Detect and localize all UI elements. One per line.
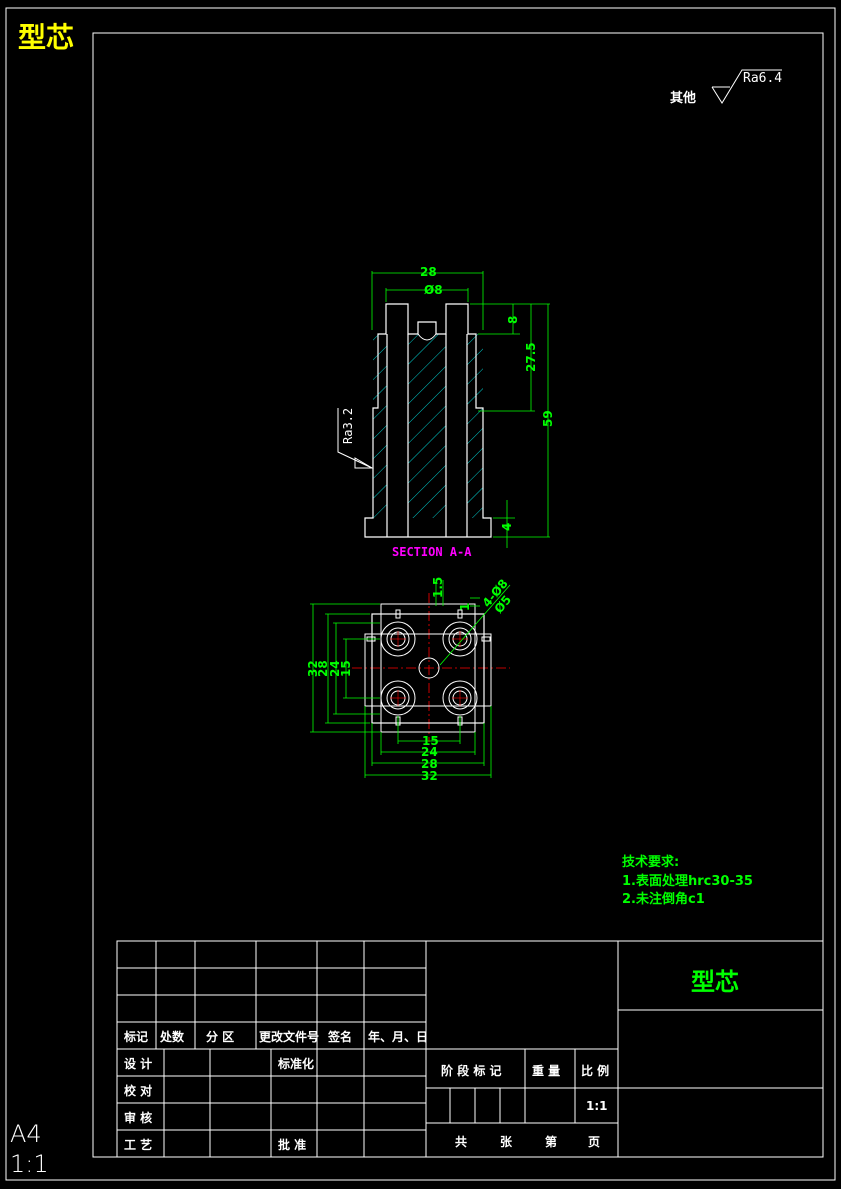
dim-top-offset: 1.5 <box>431 577 445 598</box>
dim-step-depth: 27.5 <box>524 342 538 372</box>
rev-header-zone: 分 区 <box>206 1029 234 1044</box>
ratio-value: 1:1 <box>586 1099 608 1113</box>
label-review: 审 核 <box>124 1110 152 1125</box>
label-standardize: 标准化 <box>277 1056 314 1071</box>
section-label: SECTION A-A <box>392 545 472 559</box>
rev-header-date: 年、月、日 <box>368 1029 428 1044</box>
tech-req-item-1: 1.表面处理hrc30-35 <box>622 873 753 889</box>
label-sheets-total: 共 <box>455 1134 467 1149</box>
dim-slot-depth: 8 <box>506 316 520 324</box>
tech-req-heading: 技术要求: <box>622 854 679 870</box>
label-stage-mark: 阶 段 标 记 <box>441 1063 502 1078</box>
scale-label: 1:1 <box>10 1150 49 1178</box>
label-sheet-no: 第 <box>545 1134 557 1149</box>
roughness-other-label: 其他 <box>670 90 696 106</box>
label-ratio: 比 例 <box>581 1063 609 1078</box>
part-name: 型芯 <box>691 968 739 996</box>
corner-title: 型芯 <box>18 21 74 54</box>
dim-hole: Ø8 <box>424 283 443 297</box>
label-weight: 重 量 <box>532 1063 560 1078</box>
dim-total-height: 59 <box>541 410 555 427</box>
dim-left-15: 15 <box>339 660 353 677</box>
label-sheets-word: 张 <box>500 1134 513 1149</box>
dim-width-top: 28 <box>420 265 437 279</box>
dim-bottom-32: 32 <box>421 769 438 783</box>
dim-base-height: 4 <box>500 523 514 531</box>
rev-header-doc: 更改文件号 <box>259 1029 319 1044</box>
roughness-side-value: Ra3.2 <box>341 408 355 444</box>
label-approve: 批 准 <box>278 1137 306 1152</box>
label-process: 工 艺 <box>124 1137 152 1152</box>
rev-header-mark: 标记 <box>123 1029 148 1044</box>
label-design: 设 计 <box>124 1056 152 1071</box>
dim-side-gap: 1 <box>458 603 472 611</box>
label-page-word: 页 <box>588 1135 600 1149</box>
paper-size-label: A4 <box>10 1120 42 1148</box>
tech-req-item-2: 2.未注倒角c1 <box>622 891 705 907</box>
roughness-other-value: Ra6.4 <box>743 71 782 86</box>
label-check: 校 对 <box>124 1083 152 1098</box>
rev-header-sign: 签名 <box>327 1029 352 1044</box>
drawing-sheet: 型芯 A4 1:1 其他 Ra6.4 28 Ø8 8 27.5 59 4 Ra3… <box>0 0 841 1189</box>
rev-header-count: 处数 <box>159 1029 185 1044</box>
